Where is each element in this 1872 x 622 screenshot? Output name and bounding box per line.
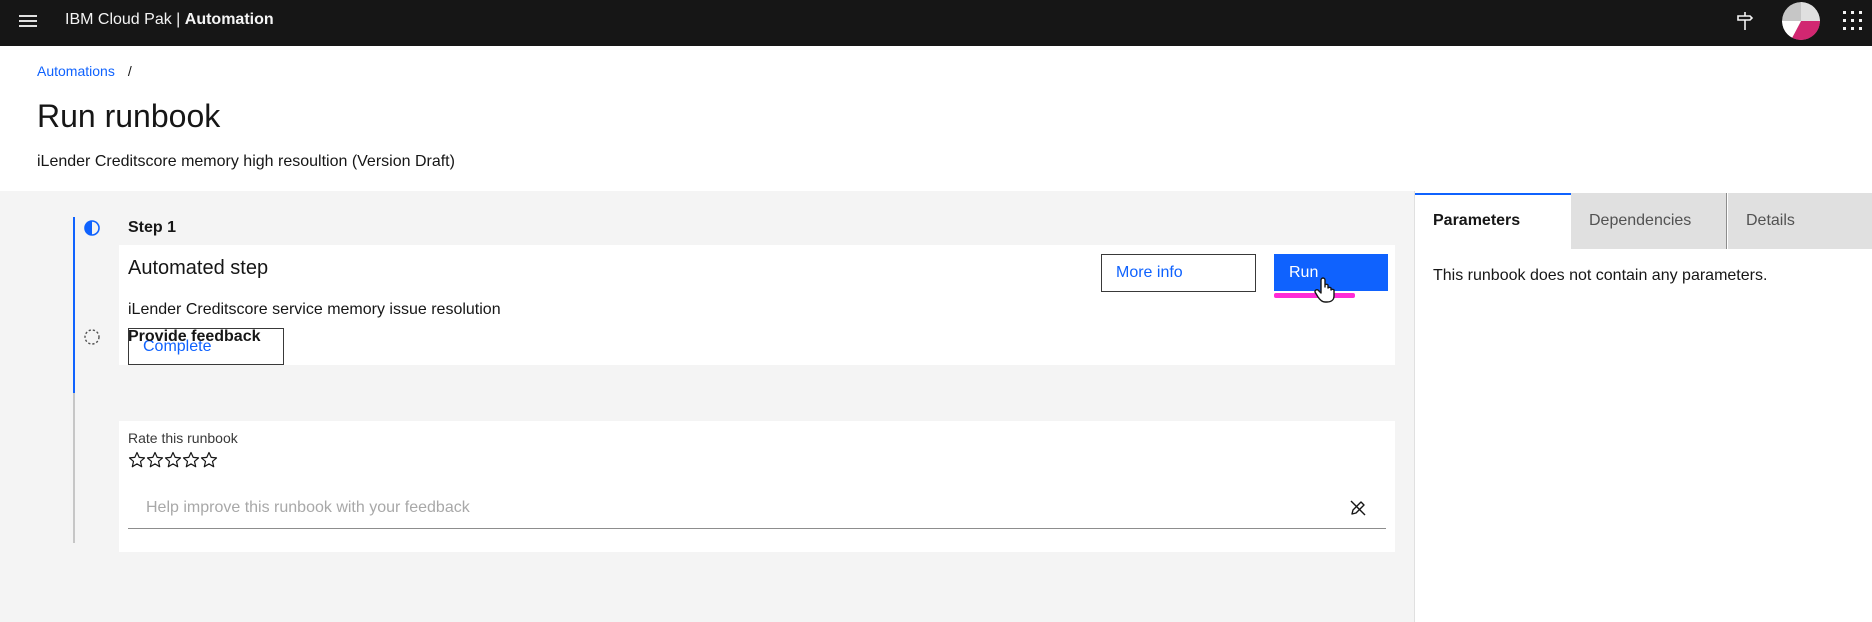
side-panel: Parameters Dependencies Details This run… xyxy=(1414,191,1872,622)
page-header: Automations / Run runbook iLender Credits… xyxy=(0,46,1872,191)
automated-step-card: Automated step iLender Creditscore servi… xyxy=(119,245,1395,365)
brand-prefix: IBM Cloud Pak | xyxy=(65,11,185,28)
star-rating xyxy=(128,451,218,471)
side-panel-tabs: Parameters Dependencies Details xyxy=(1415,193,1872,249)
rating-label: Rate this runbook xyxy=(128,430,238,446)
in-progress-icon xyxy=(83,219,101,237)
tab-dependencies[interactable]: Dependencies xyxy=(1571,193,1727,249)
feedback-card: Rate this runbook xyxy=(119,421,1395,552)
product-name[interactable]: IBM Cloud Pak | Automation xyxy=(65,10,274,30)
draw-off-icon[interactable] xyxy=(1349,499,1367,517)
app-switcher-icon[interactable] xyxy=(1843,11,1863,31)
step-card-description: iLender Creditscore service memory issue… xyxy=(128,301,501,318)
step-1-title: Step 1 xyxy=(128,219,177,236)
page-title: Run runbook xyxy=(37,98,221,134)
tab-details[interactable]: Details xyxy=(1728,193,1872,249)
pin-icon[interactable] xyxy=(1733,9,1757,33)
star-icon[interactable] xyxy=(128,451,146,469)
hamburger-menu-icon[interactable] xyxy=(16,9,40,33)
breadcrumb: Automations / xyxy=(37,62,132,80)
progress-line-active xyxy=(73,217,75,393)
runbook-steps: Step 1 Automated step iLender Creditscor… xyxy=(0,191,1414,622)
more-info-button[interactable]: More info xyxy=(1101,254,1256,292)
tab-parameters[interactable]: Parameters xyxy=(1415,193,1571,249)
star-icon[interactable] xyxy=(200,451,218,469)
step-2-title: Provide feedback xyxy=(128,328,261,345)
page-subtitle: iLender Creditscore memory high resoulti… xyxy=(37,153,455,170)
star-icon[interactable] xyxy=(146,451,164,469)
brand-product: Automation xyxy=(184,11,274,28)
feedback-input[interactable] xyxy=(128,487,1386,529)
star-icon[interactable] xyxy=(164,451,182,469)
breadcrumb-link-automations[interactable]: Automations xyxy=(37,63,115,79)
star-icon[interactable] xyxy=(182,451,200,469)
not-started-icon xyxy=(83,328,101,346)
breadcrumb-separator: / xyxy=(127,63,132,79)
progress-line-pending xyxy=(73,393,75,543)
parameters-empty-message: This runbook does not contain any parame… xyxy=(1433,267,1768,284)
step-card-title: Automated step xyxy=(128,257,269,279)
top-navigation-bar: IBM Cloud Pak | Automation xyxy=(0,0,1872,46)
user-avatar[interactable] xyxy=(1782,2,1820,40)
hand-cursor-icon xyxy=(1314,277,1336,303)
